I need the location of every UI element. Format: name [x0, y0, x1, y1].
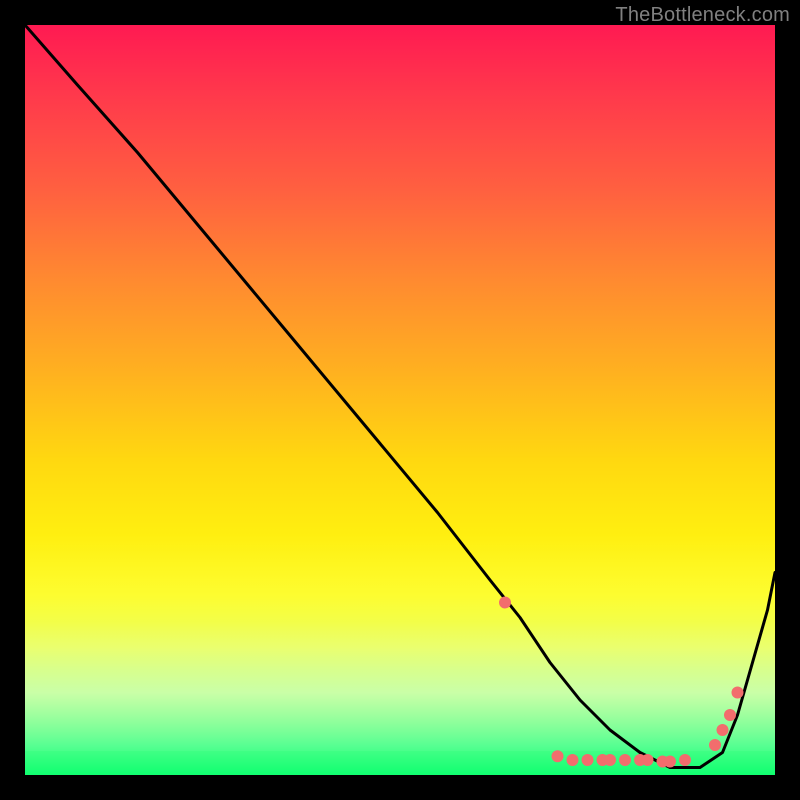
page-root: TheBottleneck.com — [0, 0, 800, 800]
chart-svg — [25, 25, 775, 775]
highlight-markers — [499, 597, 744, 768]
plot-area — [25, 25, 775, 775]
watermark-text: TheBottleneck.com — [615, 4, 790, 27]
curve-line — [25, 25, 775, 768]
